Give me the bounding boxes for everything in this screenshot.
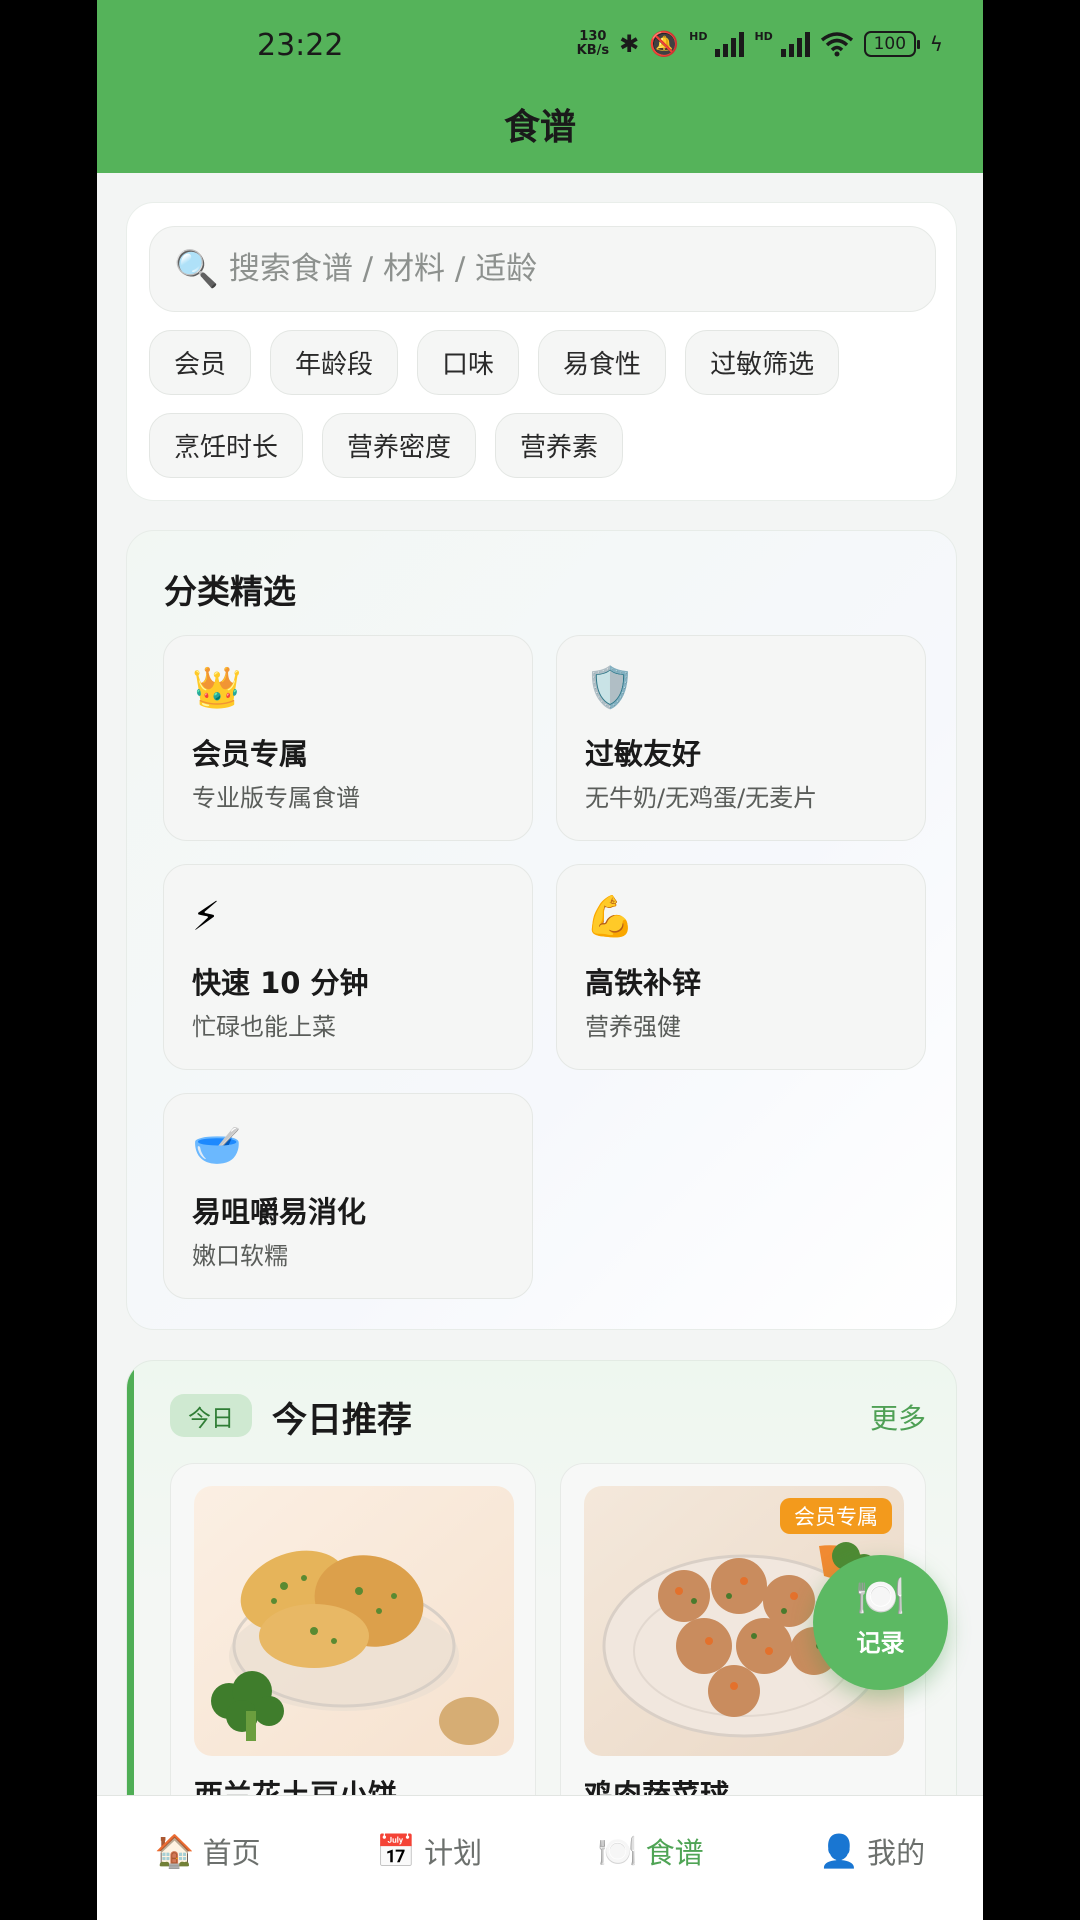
- calendar-icon: 📅: [376, 1832, 417, 1870]
- filter-chip-cook-time[interactable]: 烹饪时长: [149, 413, 304, 478]
- section-title: 分类精选: [164, 572, 296, 611]
- nav-label: 食谱: [645, 1836, 704, 1870]
- charging-icon: ϟ: [929, 32, 943, 56]
- crown-icon: 👑: [192, 665, 242, 711]
- lightning-icon: ⚡: [192, 894, 221, 940]
- nav-label: 计划: [424, 1836, 483, 1870]
- recipe-image: [194, 1486, 514, 1756]
- bowl-icon: 🥣: [192, 1123, 242, 1169]
- battery-icon: 100: [863, 31, 920, 57]
- vip-tag: 会员专属: [780, 1498, 892, 1534]
- hd-label: HD: [689, 29, 708, 43]
- filter-chips: 会员 年龄段 口味 易食性 过敏筛选 烹饪时长 营养密度 营养素: [149, 330, 949, 478]
- search-card: 🔍 会员 年龄段 口味 易食性 过敏筛选 烹饪时长 营养密度 营养素: [126, 202, 957, 501]
- filter-chip-ease[interactable]: 易食性: [538, 330, 667, 395]
- phone-screen: 23:22 130 KB/s ✱ 🔕 HD HD 100 ϟ 食谱 🔍 会员 年…: [97, 0, 983, 1920]
- search-icon: 🔍: [174, 249, 219, 290]
- muscle-icon: 💪: [585, 894, 635, 940]
- bluetooth-icon: ✱: [619, 30, 640, 58]
- filter-chip-nutrients[interactable]: 营养素: [495, 413, 624, 478]
- tile-title: 会员专属: [192, 737, 309, 771]
- signal-1-icon: [715, 31, 745, 57]
- nav-home[interactable]: 🏠 首页: [97, 1796, 319, 1920]
- mute-icon: 🔕: [649, 30, 680, 58]
- tile-title: 过敏友好: [585, 737, 702, 771]
- section-title: 今日推荐: [272, 1401, 413, 1441]
- hd-label-2: HD: [754, 29, 773, 43]
- net-speed-value: 130: [579, 29, 607, 44]
- category-tile-iron-zinc[interactable]: 💪 高铁补锌 营养强健: [556, 864, 926, 1070]
- nav-label: 首页: [202, 1836, 261, 1870]
- tile-title: 快速 10 分钟: [192, 966, 369, 1000]
- today-badge: 今日: [170, 1394, 252, 1437]
- tile-subtitle: 专业版专属食谱: [192, 784, 360, 812]
- tile-subtitle: 无牛奶/无鸡蛋/无麦片: [585, 784, 818, 812]
- net-speed-unit: KB/s: [576, 43, 610, 58]
- nav-recipes[interactable]: 🍽️ 食谱: [540, 1796, 762, 1920]
- category-tile-allergy[interactable]: 🛡️ 过敏友好 无牛奶/无鸡蛋/无麦片: [556, 635, 926, 841]
- nav-profile[interactable]: 👤 我的: [762, 1796, 984, 1920]
- plate-icon: 🍽️: [597, 1832, 638, 1870]
- category-tile-member[interactable]: 👑 会员专属 专业版专属食谱: [163, 635, 533, 841]
- home-icon: 🏠: [154, 1832, 195, 1870]
- tile-subtitle: 营养强健: [585, 1013, 681, 1041]
- user-icon: 👤: [819, 1832, 860, 1870]
- status-icons: 130 KB/s ✱ 🔕 HD HD 100 ϟ: [577, 30, 943, 58]
- filter-chip-nutrient-density[interactable]: 营养密度: [322, 413, 477, 478]
- signal-2-icon: [780, 31, 810, 57]
- filter-chip-allergy[interactable]: 过敏筛选: [685, 330, 840, 395]
- tile-title: 易咀嚼易消化: [192, 1195, 367, 1229]
- network-speed: 130 KB/s: [577, 30, 609, 58]
- fab-label: 记录: [856, 1629, 905, 1657]
- nav-label: 我的: [867, 1836, 926, 1870]
- more-link[interactable]: 更多: [870, 1397, 926, 1437]
- category-section: 分类精选 👑 会员专属 专业版专属食谱 🛡️ 过敏友好 无牛奶/无鸡蛋/无麦片 …: [126, 530, 957, 1330]
- category-tile-easy-chew[interactable]: 🥣 易咀嚼易消化 嫩口软糯: [163, 1093, 533, 1299]
- shield-icon: 🛡️: [585, 665, 635, 711]
- filter-chip-taste[interactable]: 口味: [417, 330, 520, 395]
- nav-plan[interactable]: 📅 计划: [319, 1796, 541, 1920]
- search-input[interactable]: [228, 251, 909, 287]
- filter-chip-age[interactable]: 年龄段: [270, 330, 399, 395]
- app-header: 23:22 130 KB/s ✱ 🔕 HD HD 100 ϟ 食谱: [97, 0, 983, 173]
- filter-chip-member[interactable]: 会员: [149, 330, 252, 395]
- bottom-nav: 🏠 首页 📅 计划 🍽️ 食谱 👤 我的: [97, 1795, 983, 1920]
- page-title: 食谱: [503, 107, 576, 148]
- record-fab-button[interactable]: 🍽️ 记录: [813, 1555, 948, 1690]
- tile-title: 高铁补锌: [585, 966, 702, 1000]
- search-box[interactable]: 🔍: [149, 226, 936, 312]
- wifi-icon: [820, 32, 853, 57]
- category-tile-quick[interactable]: ⚡ 快速 10 分钟 忙碌也能上菜: [163, 864, 533, 1070]
- plate-icon: 🍽️: [855, 1574, 906, 1620]
- tile-subtitle: 嫩口软糯: [192, 1242, 288, 1270]
- status-time: 23:22: [257, 28, 344, 63]
- tile-subtitle: 忙碌也能上菜: [192, 1013, 336, 1041]
